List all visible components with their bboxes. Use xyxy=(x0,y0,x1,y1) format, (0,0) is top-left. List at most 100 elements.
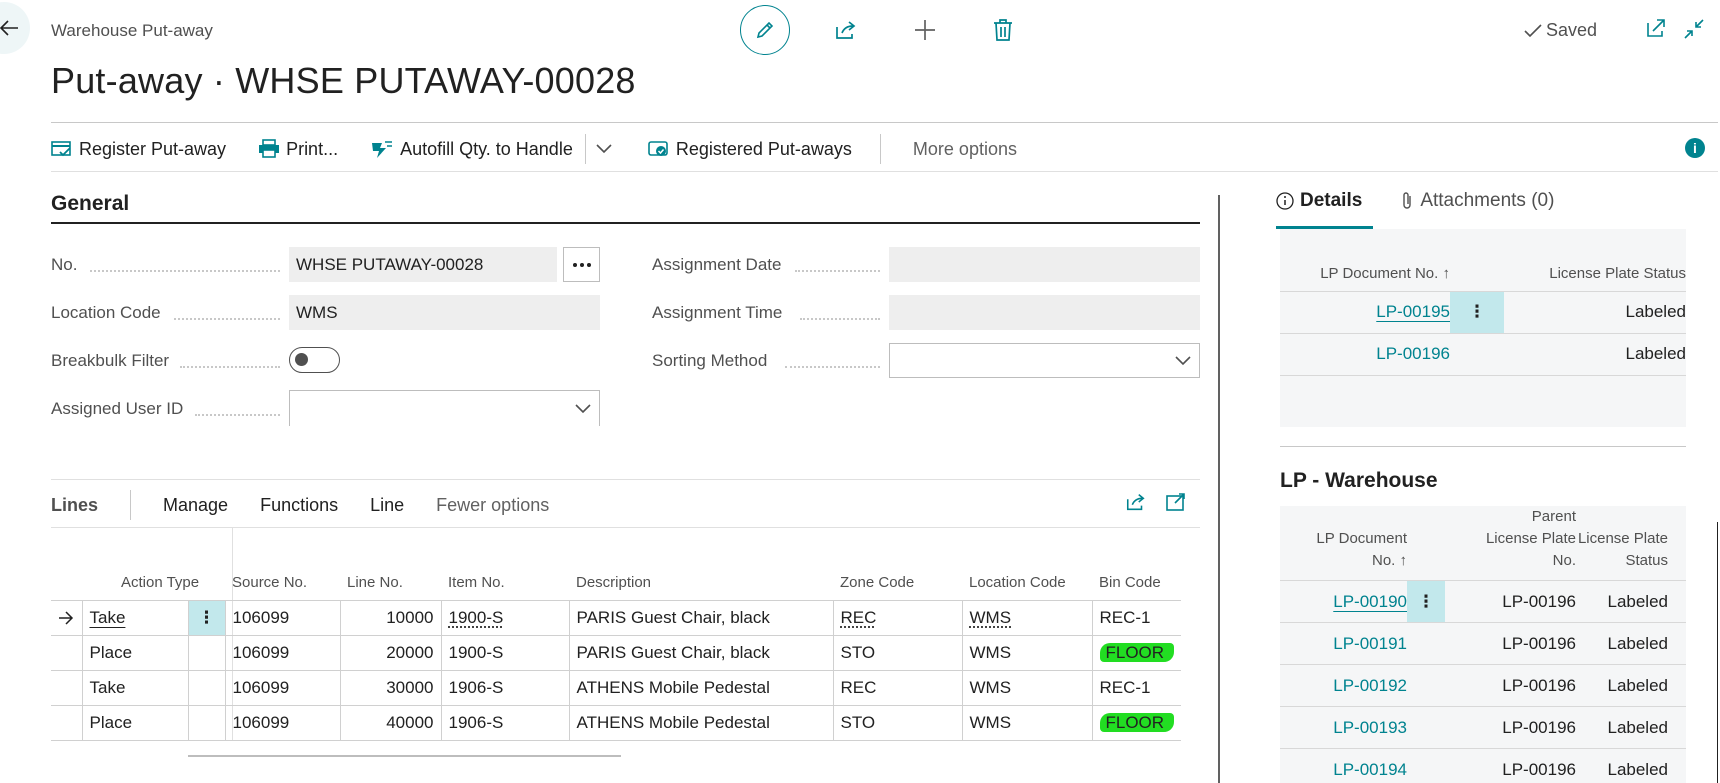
collapse-button[interactable] xyxy=(1681,16,1707,42)
register-putaway-button[interactable]: Register Put-away xyxy=(51,139,226,160)
cell-bin-code[interactable]: REC-1 xyxy=(1092,600,1181,635)
row-menu-button[interactable]: ⋮ xyxy=(188,600,225,635)
cell-description[interactable]: PARIS Guest Chair, black xyxy=(569,635,833,670)
cell-bin-code-highlighted[interactable]: FLOOR xyxy=(1100,713,1175,732)
col-item-no[interactable]: Item No. xyxy=(441,565,569,600)
edit-button[interactable] xyxy=(740,5,790,55)
lp-document-link[interactable]: LP-00196 xyxy=(1376,344,1450,363)
cell-action-type[interactable]: Place xyxy=(82,635,188,670)
cell-line-no[interactable]: 20000 xyxy=(340,635,441,670)
table-row[interactable]: Place 106099 40000 1906-S ATHENS Mobile … xyxy=(51,705,1181,740)
more-options-button[interactable]: More options xyxy=(913,139,1017,160)
cell-item-no[interactable]: 1906-S xyxy=(441,705,569,740)
list-item[interactable]: LP-00191 LP-00196 Labeled xyxy=(1280,623,1686,665)
list-item[interactable]: LP-00196 Labeled xyxy=(1280,333,1686,375)
cell-description[interactable]: PARIS Guest Chair, black xyxy=(569,600,833,635)
row-selector[interactable] xyxy=(51,600,82,635)
cell-zone-code[interactable]: REC xyxy=(833,670,962,705)
row-menu-cell[interactable] xyxy=(188,635,225,670)
col-source-no[interactable]: Source No. xyxy=(225,565,340,600)
cell-zone-code[interactable]: REC xyxy=(841,608,877,627)
row-selector[interactable] xyxy=(51,635,82,670)
back-button[interactable] xyxy=(0,2,30,54)
assigned-user-id-select[interactable] xyxy=(289,390,600,426)
horizontal-scrollbar[interactable] xyxy=(188,755,621,757)
registered-putaways-button[interactable]: Registered Put-aways xyxy=(648,139,852,160)
cell-location-code[interactable]: WMS xyxy=(962,670,1092,705)
lines-expand-button[interactable] xyxy=(1163,489,1189,515)
list-item[interactable]: LP-00194 LP-00196 Labeled xyxy=(1280,749,1686,783)
lp-document-link[interactable]: LP-00192 xyxy=(1333,676,1407,695)
col-bin-code[interactable]: Bin Code xyxy=(1092,565,1181,600)
cell-source-no[interactable]: 106099 xyxy=(225,705,340,740)
info-icon[interactable]: i xyxy=(1685,138,1705,158)
assignment-time-field[interactable] xyxy=(889,295,1200,330)
share-button[interactable] xyxy=(833,17,859,43)
assist-edit-button[interactable] xyxy=(563,247,600,282)
row-menu-cell[interactable] xyxy=(1407,623,1445,665)
tab-details[interactable]: Details xyxy=(1276,190,1362,212)
row-menu-cell[interactable] xyxy=(1450,333,1504,375)
location-code-field[interactable]: WMS xyxy=(289,295,600,330)
cell-item-no[interactable]: 1906-S xyxy=(441,670,569,705)
lp-document-link[interactable]: LP-00195 xyxy=(1376,302,1450,321)
cell-action-type[interactable]: Take xyxy=(90,608,126,627)
col-lp-document-no[interactable]: LP Document No. ↑ xyxy=(1280,506,1407,581)
table-row[interactable]: Place 106099 20000 1900-S PARIS Guest Ch… xyxy=(51,635,1181,670)
assignment-date-field[interactable] xyxy=(889,247,1200,282)
vertical-scrollbar[interactable] xyxy=(1218,195,1220,783)
delete-button[interactable] xyxy=(990,17,1016,43)
cell-zone-code[interactable]: STO xyxy=(833,705,962,740)
cell-location-code[interactable]: WMS xyxy=(962,705,1092,740)
cell-description[interactable]: ATHENS Mobile Pedestal xyxy=(569,670,833,705)
lp-document-link[interactable]: LP-00193 xyxy=(1333,718,1407,737)
cell-line-no[interactable]: 40000 xyxy=(340,705,441,740)
cell-bin-code-highlighted[interactable]: FLOOR xyxy=(1100,643,1175,662)
tab-attachments[interactable]: Attachments (0) xyxy=(1400,190,1554,212)
breakbulk-filter-toggle[interactable] xyxy=(289,347,340,373)
cell-location-code[interactable]: WMS xyxy=(970,608,1012,627)
cell-action-type[interactable]: Take xyxy=(82,670,188,705)
cell-location-code[interactable]: WMS xyxy=(962,635,1092,670)
col-description[interactable]: Description xyxy=(569,565,833,600)
chevron-down-icon[interactable] xyxy=(596,144,612,154)
cell-source-no[interactable]: 106099 xyxy=(225,600,340,635)
cell-bin-code[interactable]: REC-1 xyxy=(1092,670,1181,705)
table-row[interactable]: Take 106099 30000 1906-S ATHENS Mobile P… xyxy=(51,670,1181,705)
lp-document-link[interactable]: LP-00191 xyxy=(1333,634,1407,653)
print-button[interactable]: Print... xyxy=(258,139,338,160)
col-license-plate-status[interactable]: License Plate Status xyxy=(1576,506,1686,581)
cell-zone-code[interactable]: STO xyxy=(833,635,962,670)
cell-source-no[interactable]: 106099 xyxy=(225,670,340,705)
row-selector[interactable] xyxy=(51,705,82,740)
new-button[interactable] xyxy=(912,17,938,43)
col-location-code[interactable]: Location Code xyxy=(962,565,1092,600)
row-menu-cell[interactable] xyxy=(1407,749,1445,783)
lines-menu-line[interactable]: Line xyxy=(370,495,404,516)
col-action-type[interactable]: Action Type xyxy=(82,565,225,600)
list-item[interactable]: LP-00193 LP-00196 Labeled xyxy=(1280,707,1686,749)
cell-source-no[interactable]: 106099 xyxy=(225,635,340,670)
lines-share-button[interactable] xyxy=(1123,489,1149,515)
open-new-window-button[interactable] xyxy=(1643,15,1669,41)
cell-action-type[interactable]: Place xyxy=(82,705,188,740)
table-row[interactable]: Take ⋮ 106099 10000 1900-S PARIS Guest C… xyxy=(51,600,1181,635)
col-license-plate-status[interactable]: License Plate Status xyxy=(1504,257,1686,291)
list-item[interactable]: LP-00195 ⋮ Labeled xyxy=(1280,291,1686,333)
list-item[interactable]: LP-00192 LP-00196 Labeled xyxy=(1280,665,1686,707)
no-field[interactable]: WHSE PUTAWAY-00028 xyxy=(289,247,557,282)
row-menu-cell[interactable] xyxy=(188,705,225,740)
lines-menu-manage[interactable]: Manage xyxy=(163,495,228,516)
col-lp-document-no[interactable]: LP Document No. ↑ xyxy=(1280,257,1450,291)
autofill-button[interactable]: Autofill Qty. to Handle xyxy=(370,139,573,160)
col-line-no[interactable]: Line No. xyxy=(340,565,441,600)
cell-item-no[interactable]: 1900-S xyxy=(441,635,569,670)
sorting-method-select[interactable] xyxy=(889,343,1200,378)
row-menu-cell[interactable] xyxy=(1407,665,1445,707)
lp-document-link[interactable]: LP-00190 xyxy=(1333,592,1407,611)
cell-line-no[interactable]: 30000 xyxy=(340,670,441,705)
list-item[interactable]: LP-00190 ⋮ LP-00196 Labeled xyxy=(1280,581,1686,623)
col-zone-code[interactable]: Zone Code xyxy=(833,565,962,600)
col-parent-license-plate-no[interactable]: Parent License Plate No. xyxy=(1445,506,1576,581)
row-selector[interactable] xyxy=(51,670,82,705)
